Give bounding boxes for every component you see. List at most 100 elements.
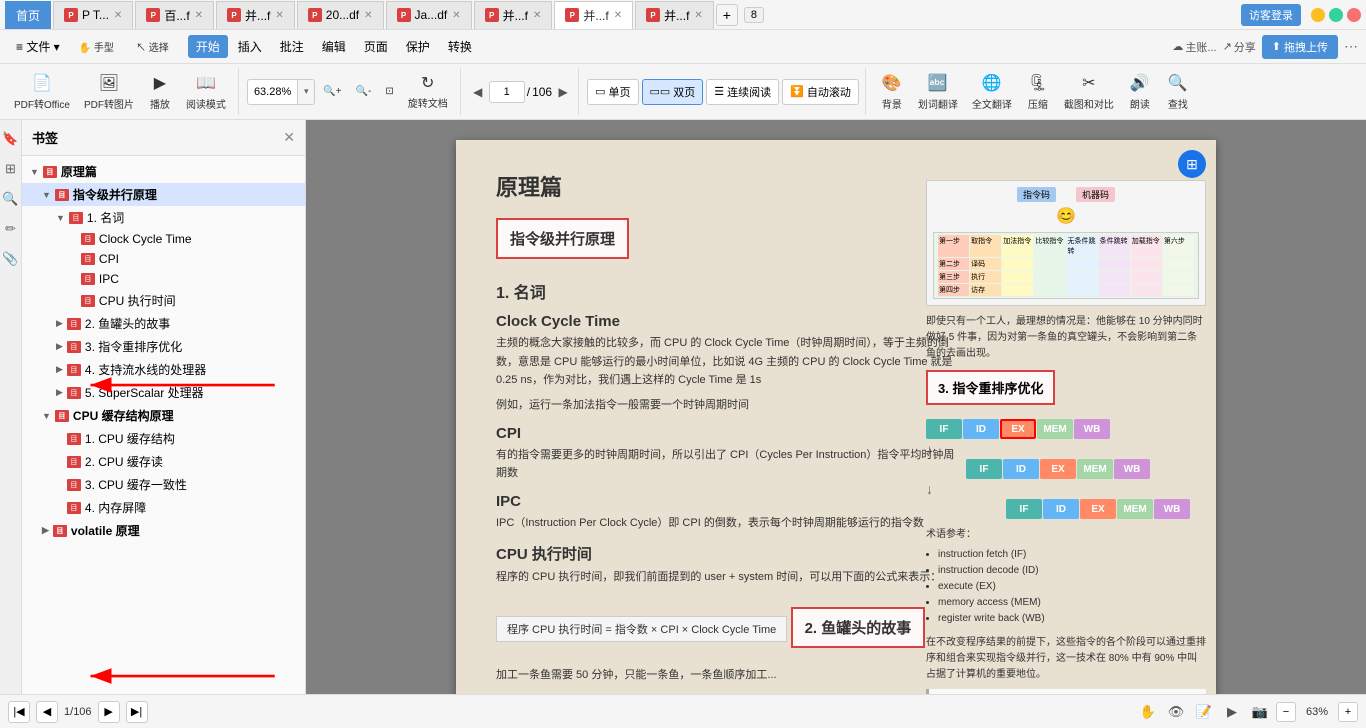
tab-4[interactable]: P 20...df ✕ <box>297 1 384 29</box>
tree-item-cache-coherence[interactable]: ▶ 目 3. CPU 缓存一致性 <box>22 473 305 496</box>
content-area[interactable]: ⊞ 指令码 机器码 😊 第一步取指令加法指令比较指令无条件跳转条件跳转加载指令第… <box>306 120 1366 694</box>
tab-5[interactable]: P Ja...df ✕ <box>386 1 472 29</box>
right-panel-text2: 术语参考： instruction fetch (IF) instruction… <box>926 527 1206 627</box>
single-page-button[interactable]: ▭ 单页 <box>587 79 638 105</box>
menu-convert[interactable]: 转换 <box>440 35 480 58</box>
find-label: 查找 <box>1168 96 1188 111</box>
full-translate-button[interactable]: 🌐 全文翻译 <box>966 68 1018 116</box>
menu-annotate[interactable]: 批注 <box>272 35 312 58</box>
page-input[interactable] <box>489 81 525 103</box>
sidebar-icon-thumbnail[interactable]: ⊞ <box>0 158 22 180</box>
add-tab-button[interactable]: + <box>716 4 738 26</box>
menu-start[interactable]: 开始 <box>188 35 228 58</box>
tab-2[interactable]: P 百...f ✕ <box>135 1 214 29</box>
play-tool-bottom[interactable]: ▶ <box>1220 700 1244 724</box>
compress-button[interactable]: 🗜 压缩 <box>1020 68 1056 116</box>
auto-scroll-button[interactable]: ⏬ 自动滚动 <box>782 79 859 105</box>
tab-8-close[interactable]: ✕ <box>694 10 702 21</box>
tool-select[interactable]: ↖ 选择 <box>127 33 178 61</box>
tree-item-ipc[interactable]: ▶ 目 IPC <box>22 269 305 289</box>
read-aloud-button[interactable]: 🔊 朗读 <box>1122 68 1158 116</box>
more-button[interactable]: ⋯ <box>1344 38 1358 55</box>
prev-page-button[interactable]: ◀ <box>469 83 487 101</box>
floating-action-button[interactable]: ⊞ <box>1178 150 1206 178</box>
first-page-button[interactable]: |◀ <box>8 701 30 723</box>
tab-4-close[interactable]: ✕ <box>364 10 372 21</box>
background-button[interactable]: 🎨 背景 <box>874 68 910 116</box>
tab-8[interactable]: P 并...f ✕ <box>635 1 714 29</box>
tree-item-cache-struct[interactable]: ▶ 目 1. CPU 缓存结构 <box>22 427 305 450</box>
tab-3-close[interactable]: ✕ <box>275 10 283 21</box>
tree-item-cache[interactable]: ▼ 目 CPU 缓存结构原理 <box>22 404 305 427</box>
close-button[interactable] <box>1347 8 1361 22</box>
tree-item-yuanli[interactable]: ▼ 目 原理篇 <box>22 160 305 183</box>
tree-item-fish[interactable]: ▶ 目 2. 鱼罐头的故事 <box>22 312 305 335</box>
share-button[interactable]: ↗ 分享 <box>1223 39 1256 55</box>
sidebar-icon-bookmark[interactable]: 🔖 <box>0 128 22 150</box>
tree-item-memory-barrier[interactable]: ▶ 目 4. 内存屏障 <box>22 496 305 519</box>
camera-tool-bottom[interactable]: 📷 <box>1248 700 1272 724</box>
tab-1[interactable]: P P T... ✕ <box>53 1 133 29</box>
zoom-control[interactable]: 63.28% ▾ <box>247 79 315 105</box>
annotation-tool-bottom[interactable]: 📝 <box>1192 700 1216 724</box>
zoom-in-button[interactable]: 🔍+ <box>317 78 347 106</box>
fit-page-button[interactable]: ⊡ <box>379 78 399 106</box>
hint-box: 提示：分阶段，分工是提高效率的关键！ <box>926 689 1206 694</box>
menu-protect[interactable]: 保护 <box>398 35 438 58</box>
tree-item-pipeline[interactable]: ▶ 目 4. 支持流水线的处理器 <box>22 358 305 381</box>
continuous-button[interactable]: ☰ 连续阅读 <box>706 79 779 105</box>
tab-1-close[interactable]: ✕ <box>114 10 122 21</box>
tab-5-close[interactable]: ✕ <box>452 10 460 21</box>
translate-button[interactable]: 🔤 划词翻译 <box>912 68 964 116</box>
tree-item-reorder[interactable]: ▶ 目 3. 指令重排序优化 <box>22 335 305 358</box>
menu-page[interactable]: 页面 <box>356 35 396 58</box>
menu-edit[interactable]: 编辑 <box>314 35 354 58</box>
hand-tool-bottom[interactable]: ✋ <box>1136 700 1160 724</box>
read-mode-button[interactable]: 📖 阅读模式 <box>180 68 232 116</box>
tree-item-cpu-time[interactable]: ▶ 目 CPU 执行时间 <box>22 289 305 312</box>
tree-item-cpi[interactable]: ▶ 目 CPI <box>22 249 305 269</box>
zoom-out-bottom[interactable]: − <box>1276 702 1296 722</box>
tree-item-ilp[interactable]: ▼ 目 指令级并行原理 <box>22 183 305 206</box>
prev-page-bottom-button[interactable]: ◀ <box>36 701 58 723</box>
rotate-icon: ↻ <box>417 73 439 93</box>
find-button[interactable]: 🔍 查找 <box>1160 68 1196 116</box>
upload-button[interactable]: ⬆ 拖拽上传 <box>1262 35 1338 59</box>
double-page-button[interactable]: ▭▭ 双页 <box>642 79 704 105</box>
eye-tool-bottom[interactable]: 👁 <box>1164 700 1188 724</box>
next-page-button[interactable]: ▶ <box>554 83 572 101</box>
menu-file[interactable]: ≡ 文件 ▾ <box>8 35 68 58</box>
tree-item-cct[interactable]: ▶ 目 Clock Cycle Time <box>22 229 305 249</box>
tree-item-superscalar[interactable]: ▶ 目 5. SuperScalar 处理器 <box>22 381 305 404</box>
tree-item-nouns[interactable]: ▼ 目 1. 名词 <box>22 206 305 229</box>
screenshot-button[interactable]: ✂ 截图和对比 <box>1058 68 1120 116</box>
sidebar-icon-annotation[interactable]: ✏ <box>0 218 22 240</box>
login-button[interactable]: 访客登录 <box>1241 4 1301 26</box>
maximize-button[interactable] <box>1329 8 1343 22</box>
zoom-dropdown-button[interactable]: ▾ <box>298 80 314 104</box>
cloud-sync[interactable]: ☁ 主账... <box>1172 39 1216 55</box>
play-button[interactable]: ▶ 播放 <box>142 68 178 116</box>
tab-2-close[interactable]: ✕ <box>195 10 203 21</box>
sidebar-close-button[interactable]: ✕ <box>283 129 295 146</box>
tab-3[interactable]: P 并...f ✕ <box>216 1 295 29</box>
tab-home[interactable]: 首页 <box>5 1 51 29</box>
tool-hand[interactable]: ✋ 手型 <box>70 33 123 61</box>
minimize-button[interactable] <box>1311 8 1325 22</box>
rotate-doc-button[interactable]: ↻ 旋转文档 <box>402 78 454 106</box>
next-page-bottom-button[interactable]: ▶ <box>98 701 120 723</box>
tab-6-close[interactable]: ✕ <box>533 10 541 21</box>
menu-insert[interactable]: 插入 <box>230 35 270 58</box>
sidebar-icon-search[interactable]: 🔍 <box>0 188 22 210</box>
tree-item-volatile[interactable]: ▶ 目 volatile 原理 <box>22 519 305 542</box>
tree-item-cache-read[interactable]: ▶ 目 2. CPU 缓存读 <box>22 450 305 473</box>
last-page-button[interactable]: ▶| <box>126 701 148 723</box>
pdf-to-office-button[interactable]: 📄 PDF转Office <box>8 68 76 116</box>
tab-6[interactable]: P 并...f ✕ <box>474 1 553 29</box>
sidebar-icon-attachment[interactable]: 📎 <box>0 248 22 270</box>
zoom-in-bottom[interactable]: + <box>1338 702 1358 722</box>
zoom-out-button[interactable]: 🔍- <box>350 78 378 106</box>
tab-7-close[interactable]: ✕ <box>614 10 622 21</box>
pdf-to-image-button[interactable]: 🖼 PDF转图片 <box>78 68 140 116</box>
tab-7[interactable]: P 并...f ✕ <box>554 1 633 29</box>
